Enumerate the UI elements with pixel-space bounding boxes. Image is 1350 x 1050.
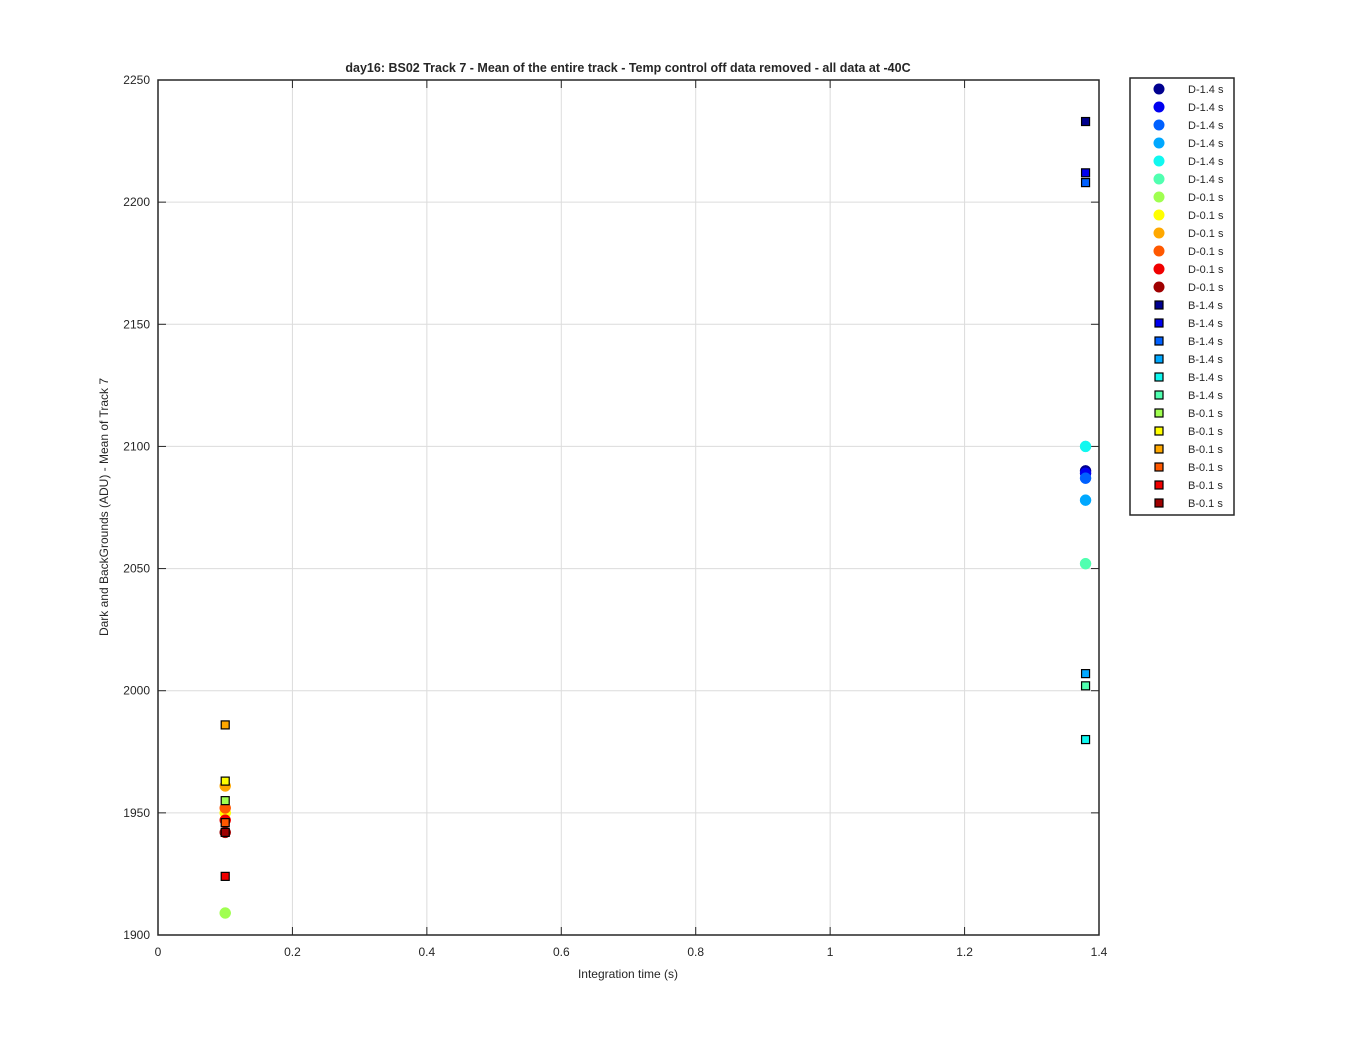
legend-marker-circle (1153, 209, 1165, 221)
legend-entry-label: D-1.4 s (1188, 174, 1224, 186)
legend-entry-label: B-1.4 s (1188, 300, 1223, 312)
legend-entry-label: D-1.4 s (1188, 84, 1224, 96)
legend-marker-circle (1153, 245, 1165, 257)
data-point-circle (1079, 557, 1092, 570)
data-point-circle (1079, 440, 1092, 453)
legend-marker-square (1154, 444, 1164, 454)
data-point-square (1080, 116, 1091, 127)
legend-entry-label: B-0.1 s (1188, 444, 1223, 456)
legend-entry-label: B-0.1 s (1188, 498, 1223, 510)
legend-entry-label: B-1.4 s (1188, 318, 1223, 330)
data-point-square (1080, 178, 1091, 188)
chart-title: day16: BS02 Track 7 - Mean of the entire… (345, 61, 910, 75)
x-axis-label: Integration time (s) (578, 967, 678, 981)
legend-marker-circle (1153, 281, 1165, 293)
y-tick-label: 2050 (123, 562, 150, 576)
legend-entry-label: D-0.1 s (1188, 282, 1224, 294)
legend-marker-circle (1153, 227, 1165, 239)
legend-entry-label: D-0.1 s (1188, 264, 1224, 276)
x-tick-label: 0 (155, 945, 162, 959)
legend-marker-circle (1153, 83, 1165, 95)
data-point-square (220, 827, 230, 838)
legend-marker-circle (1153, 119, 1165, 131)
data-point-circle (219, 907, 231, 919)
legend-marker-square (1154, 354, 1164, 364)
plot-area (158, 80, 1099, 935)
data-point-square (220, 720, 230, 730)
legend-entry-label: B-1.4 s (1188, 372, 1223, 384)
legend-entry-label: B-1.4 s (1188, 336, 1223, 348)
data-point-square (220, 796, 230, 806)
legend-entry-label: D-1.4 s (1188, 138, 1224, 150)
legend-marker-circle (1153, 137, 1165, 149)
data-point-square (1080, 669, 1091, 679)
data-point-square (1080, 681, 1091, 691)
legend-entry-label: D-1.4 s (1188, 102, 1224, 114)
legend-marker-square (1154, 426, 1164, 436)
y-tick-label: 2250 (123, 73, 150, 87)
legend: D-1.4 s D-1.4 s D-1.4 s D-1.4 s D-1.4 s D-1.4… (1129, 77, 1235, 516)
legend-marker-square (1154, 336, 1164, 346)
x-tick-label: 1.2 (956, 945, 973, 959)
legend-marker-square (1154, 318, 1164, 328)
y-axis-label: Dark and BackGrounds (ADU) - Mean of Tra… (97, 378, 111, 636)
y-tick-label: 2100 (123, 439, 150, 453)
x-tick-label: 1.4 (1091, 945, 1108, 959)
legend-entry-label: B-1.4 s (1188, 390, 1223, 402)
legend-marker-circle (1153, 191, 1165, 203)
data-point-square (220, 776, 230, 786)
x-tick-label: 0.8 (687, 945, 704, 959)
y-tick-label: 2200 (123, 195, 150, 209)
data-point-circle (1079, 472, 1092, 484)
legend-entry-label: B-0.1 s (1188, 408, 1223, 420)
legend-marker-square (1154, 390, 1164, 400)
legend-marker-square (1154, 462, 1164, 472)
data-point-square (1080, 734, 1091, 745)
y-tick-label: 1900 (123, 928, 150, 942)
legend-entry-label: D-1.4 s (1188, 156, 1224, 168)
legend-marker-circle (1153, 173, 1165, 185)
legend-entry-label: D-0.1 s (1188, 246, 1224, 258)
legend-entry-label: B-0.1 s (1188, 480, 1223, 492)
legend-entry-label: D-0.1 s (1188, 192, 1224, 204)
data-point-square (1080, 168, 1091, 178)
legend-entry-label: D-1.4 s (1188, 120, 1224, 132)
legend-entry-label: B-1.4 s (1188, 354, 1223, 366)
legend-entry-label: B-0.1 s (1188, 462, 1223, 474)
legend-marker-circle (1153, 101, 1165, 113)
legend-marker-circle (1153, 263, 1165, 275)
legend-marker-square (1154, 300, 1164, 310)
legend-marker-square (1154, 372, 1164, 382)
data-point-square (220, 871, 230, 881)
legend-marker-square (1154, 480, 1164, 490)
legend-marker-circle (1153, 155, 1165, 167)
legend-marker-square (1154, 498, 1164, 508)
y-tick-label: 1950 (123, 806, 150, 820)
x-tick-label: 0.4 (419, 945, 436, 959)
x-tick-label: 0.6 (553, 945, 570, 959)
scatter-figure: 0 0.2 0.4 0.6 0.8 1 1.2 1.4 1900 1950 2000 2050 2100… (0, 0, 1350, 1050)
y-tick-label: 2150 (123, 317, 150, 331)
legend-marker-square (1154, 408, 1164, 418)
x-tick-label: 1 (827, 945, 834, 959)
x-tick-label: 0.2 (284, 945, 301, 959)
legend-entry-label: B-0.1 s (1188, 426, 1223, 438)
y-tick-label: 2000 (123, 684, 150, 698)
data-point-square (220, 818, 230, 828)
data-point-circle (1079, 494, 1092, 506)
legend-entry-label: D-0.1 s (1188, 210, 1224, 222)
legend-entry-label: D-0.1 s (1188, 228, 1224, 240)
